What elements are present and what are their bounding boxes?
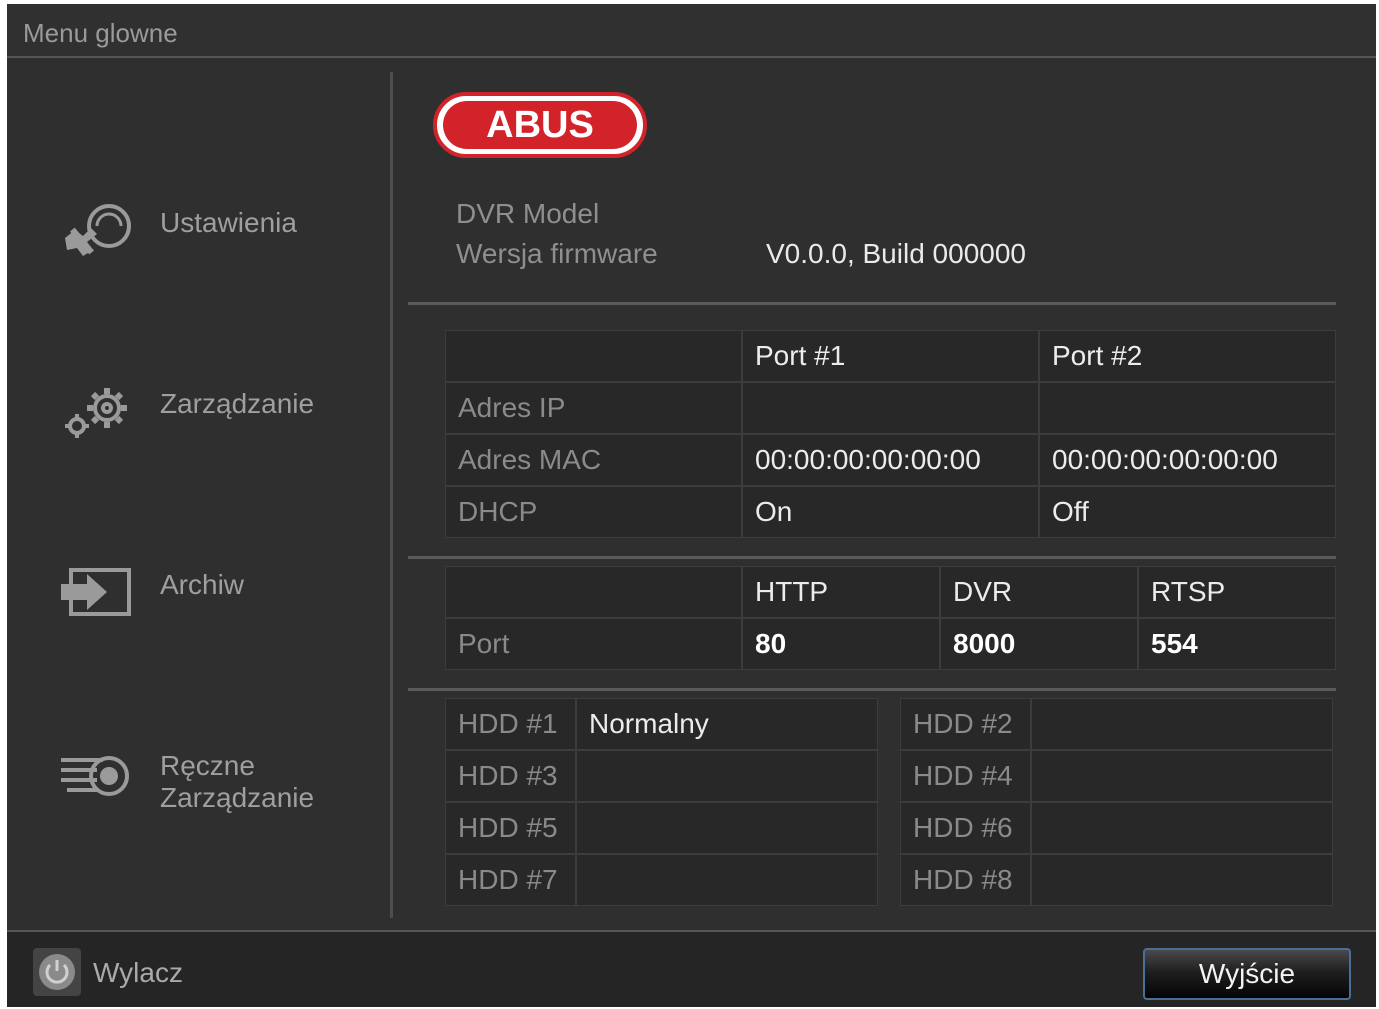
settings-tools-icon [65,204,131,256]
network-row-label: Adres MAC [445,434,742,486]
dhcp-port1-value: On [742,486,1039,538]
ports-header-http: HTTP [742,566,940,618]
sidebar-item-label: Zarządzanie [160,388,315,419]
power-button[interactable] [33,948,81,996]
gears-icon [65,388,127,438]
ports-row-label: Port [445,618,742,670]
ports-header-dvr: DVR [940,566,1138,618]
network-table-corner [445,330,742,382]
sidebar-item-zarzadzanie[interactable]: Zarządzanie [57,378,377,458]
hdd-label: HDD #6 [900,802,1031,854]
hdd-label: HDD #7 [445,854,576,906]
manual-record-icon [61,756,129,796]
network-row-label: Adres IP [445,382,742,434]
hdd-status [1031,698,1333,750]
mac-port2-value: 00:00:00:00:00:00 [1039,434,1336,486]
dvr-port-value: 8000 [940,618,1138,670]
dvr-model-label: DVR Model [456,198,600,229]
hdd-status [1031,802,1333,854]
firmware-label: Wersja firmware [456,238,658,269]
sidebar-item-label: Archiw [160,569,245,600]
separator [408,302,1336,305]
hdd-label: HDD #4 [900,750,1031,802]
hdd-status [576,802,878,854]
network-header-port1: Port #1 [742,330,1039,382]
ports-table-corner [445,566,742,618]
ip-port1-value [742,382,1039,434]
mac-port1-value: 00:00:00:00:00:00 [742,434,1039,486]
http-port-value: 80 [742,618,940,670]
network-row-label: DHCP [445,486,742,538]
hdd-label: HDD #5 [445,802,576,854]
network-header-port2: Port #2 [1039,330,1336,382]
ports-header-rtsp: RTSP [1138,566,1336,618]
bottom-bar: Wylacz Wyjście [7,930,1376,1007]
exit-button[interactable]: Wyjście [1143,948,1351,1000]
export-arrow-icon [61,568,131,616]
sidebar-item-label: Ręczne Zarządzanie [160,750,315,813]
hdd-status [1031,854,1333,906]
sidebar-item-reczne-zarzadzanie[interactable]: Ręczne Zarządzanie [57,740,377,830]
firmware-value: V0.0.0, Build 000000 [766,238,1026,269]
hdd-label: HDD #3 [445,750,576,802]
sidebar: Ustawienia Zarządzanie Archiw Ręczne Zar… [7,58,390,918]
sidebar-item-archiw[interactable]: Archiw [57,558,377,638]
hdd-status [576,750,878,802]
system-info-panel: ABUS DVR Model Wersja firmware V0.0.0, B… [393,58,1376,918]
ip-port2-value [1039,382,1336,434]
dhcp-port2-value: Off [1039,486,1336,538]
hdd-label: HDD #2 [900,698,1031,750]
hdd-status [576,854,878,906]
separator [408,556,1336,559]
power-label[interactable]: Wylacz [93,957,183,989]
hdd-label: HDD #1 [445,698,576,750]
rtsp-port-value: 554 [1138,618,1336,670]
hdd-status [1031,750,1333,802]
hdd-label: HDD #8 [900,854,1031,906]
abus-logo: ABUS [433,92,647,158]
main-menu-window: Menu glowne Ustawienia Zarządzanie Archi… [7,4,1376,1007]
sidebar-item-label: Ustawienia [160,207,297,238]
title-bar: Menu glowne [7,4,1376,58]
separator [408,688,1336,691]
sidebar-item-ustawienia[interactable]: Ustawienia [57,196,377,276]
svg-text:ABUS: ABUS [486,104,594,146]
power-icon [39,954,75,990]
window-title: Menu glowne [23,18,178,48]
hdd-status: Normalny [576,698,878,750]
